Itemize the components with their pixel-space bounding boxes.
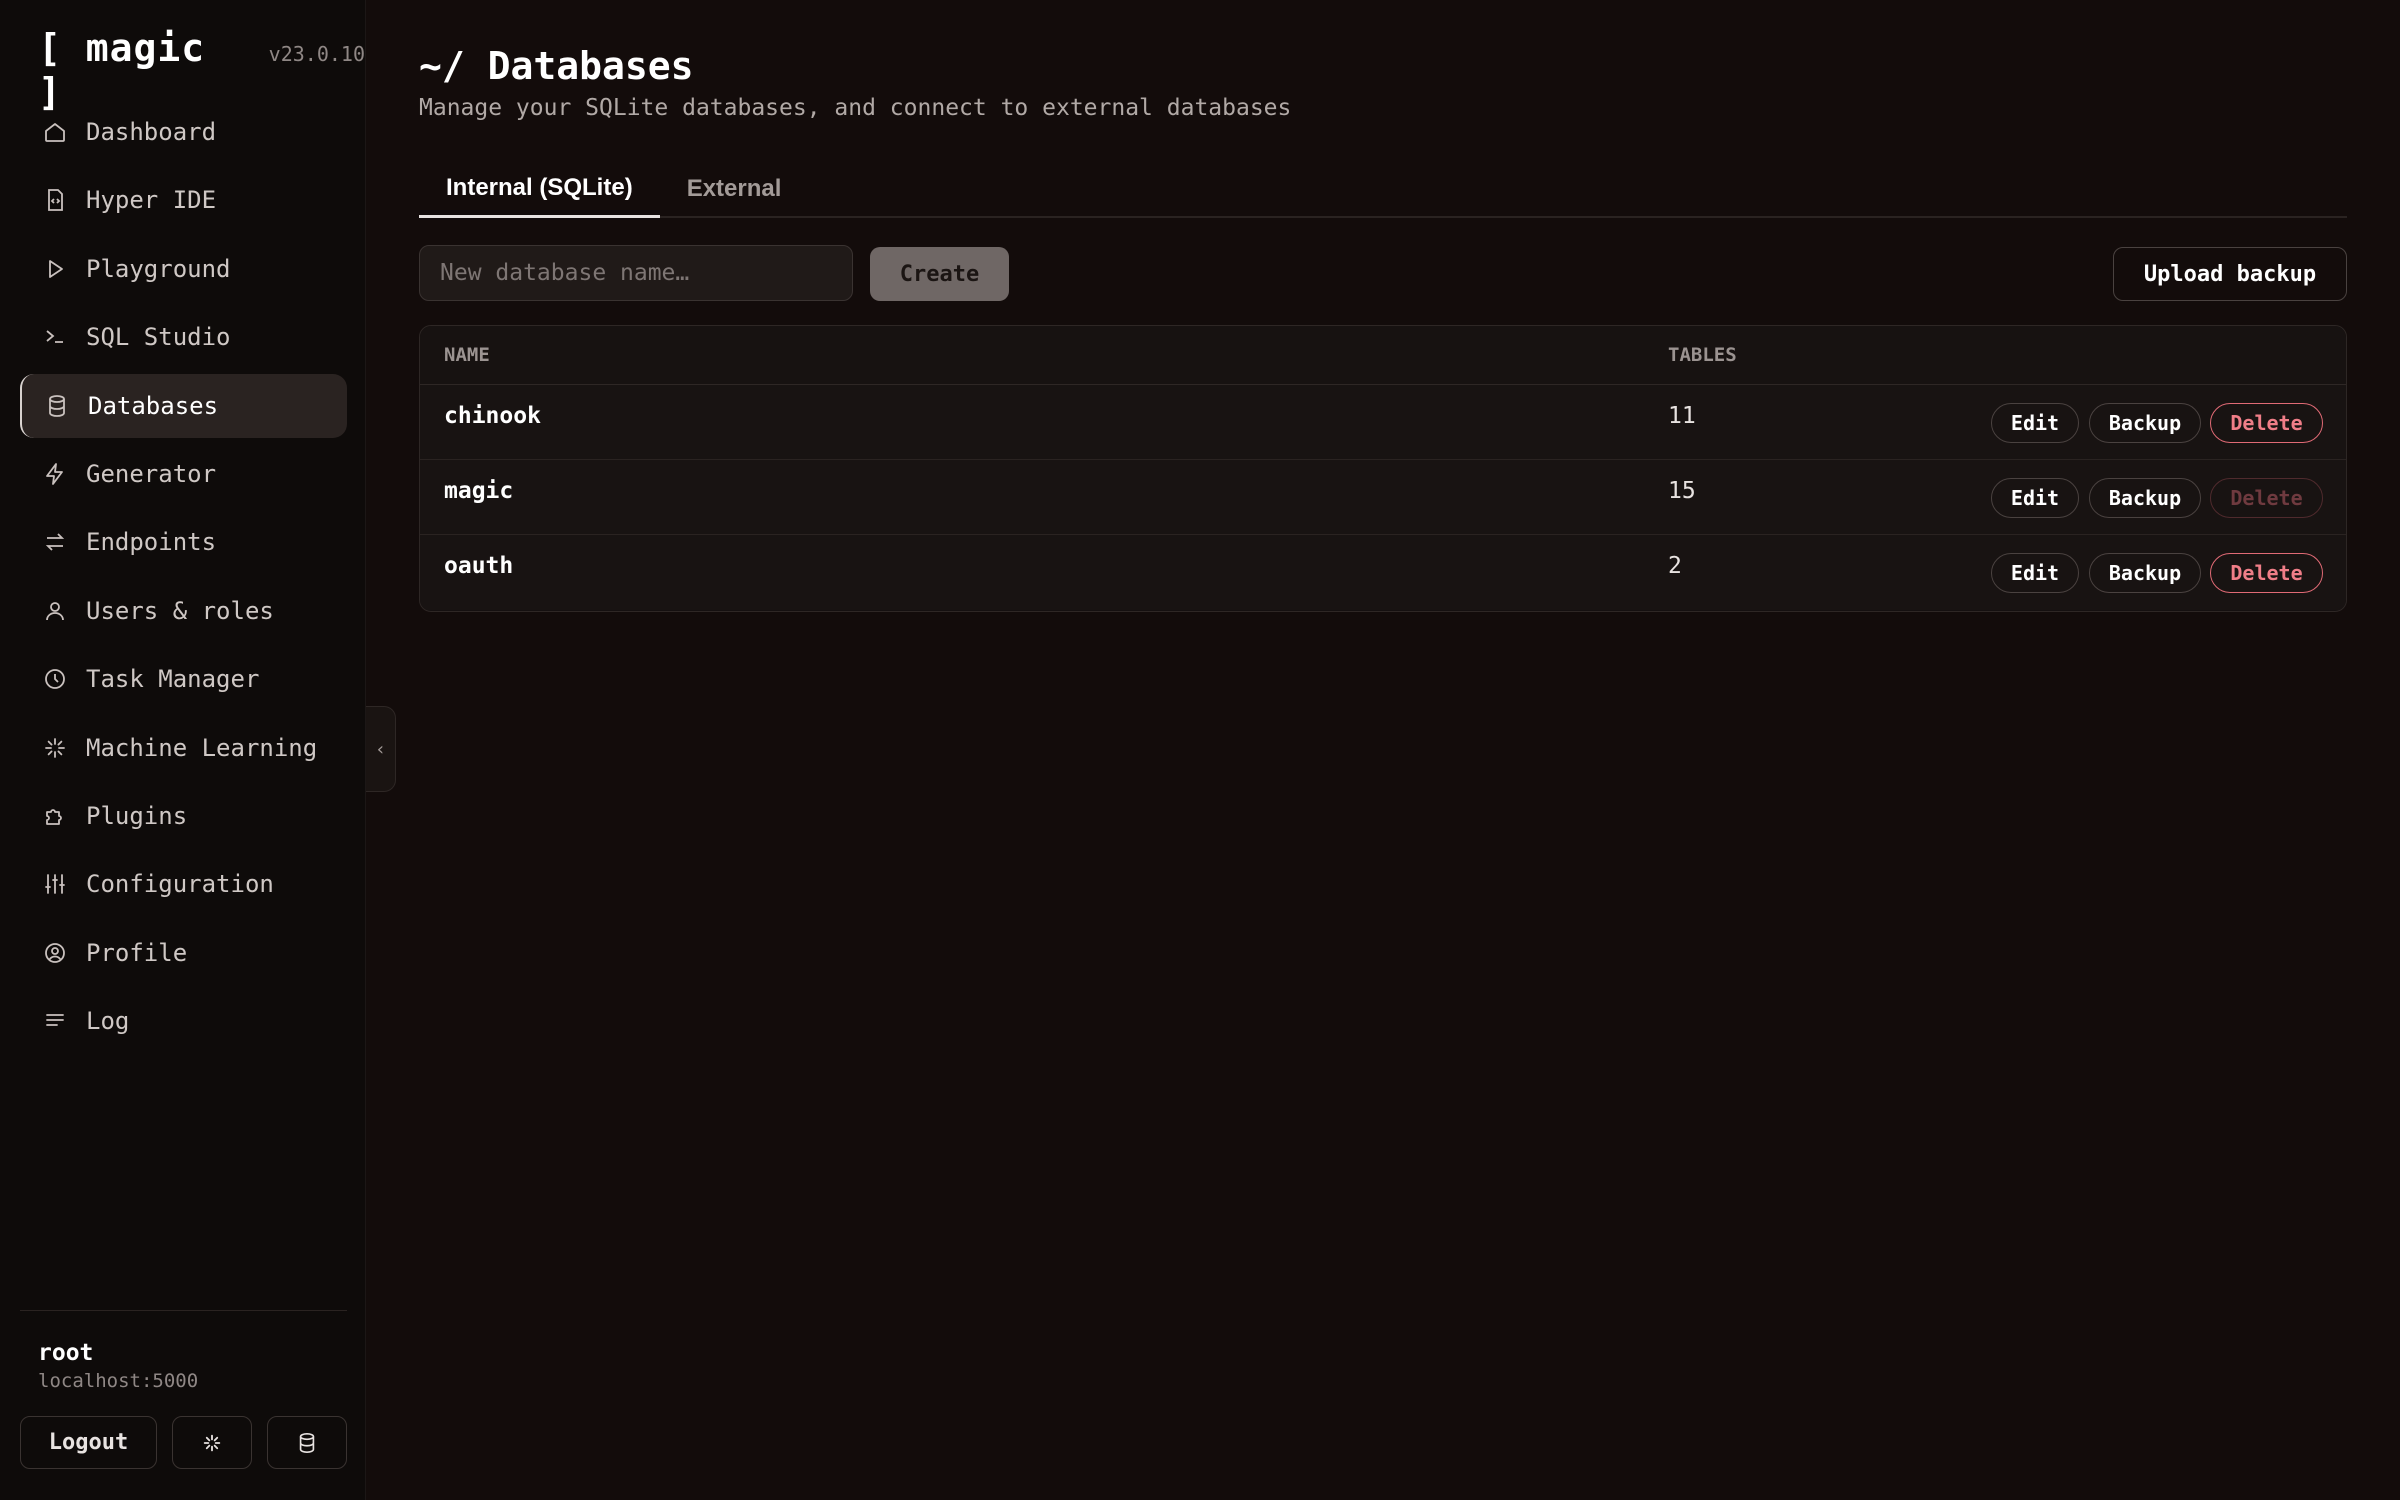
sidebar-item-label: Machine Learning bbox=[86, 733, 318, 762]
tab-internal-sqlite[interactable]: Internal (SQLite) bbox=[419, 160, 660, 218]
sidebar-item-label: Task Manager bbox=[86, 665, 260, 694]
new-database-name-input[interactable] bbox=[419, 245, 853, 301]
table-count: 2 bbox=[1668, 553, 1682, 579]
column-header-name: NAME bbox=[444, 344, 490, 366]
database-icon bbox=[296, 1432, 318, 1454]
sidebar-item-label: Hyper IDE bbox=[86, 186, 217, 215]
chevron-left-icon: ‹ bbox=[375, 738, 386, 760]
delete-button[interactable]: Delete bbox=[2210, 553, 2323, 593]
edit-button[interactable]: Edit bbox=[1991, 403, 2079, 443]
delete-button-disabled: Delete bbox=[2210, 478, 2323, 518]
sparkle-icon bbox=[42, 735, 68, 761]
table-row: magic 15 Edit Backup Delete bbox=[420, 460, 2346, 535]
sidebar-item-hyper-ide[interactable]: Hyper IDE bbox=[20, 168, 347, 232]
sidebar-nav: Dashboard Hyper IDE Playground SQL Studi… bbox=[20, 100, 347, 1057]
sparkle-icon bbox=[201, 1432, 223, 1454]
database-name: magic bbox=[444, 478, 514, 504]
table-header: NAME TABLES bbox=[420, 326, 2346, 385]
app-version: v23.0.10 bbox=[268, 42, 365, 66]
delete-button[interactable]: Delete bbox=[2210, 403, 2323, 443]
page-subtitle: Manage your SQLite databases, and connec… bbox=[419, 95, 1292, 121]
sidebar-item-log[interactable]: Log bbox=[20, 989, 347, 1053]
sidebar-item-task-manager[interactable]: Task Manager bbox=[20, 647, 347, 711]
backup-button[interactable]: Backup bbox=[2089, 478, 2201, 518]
upload-backup-button[interactable]: Upload backup bbox=[2113, 247, 2347, 301]
edit-button[interactable]: Edit bbox=[1991, 553, 2079, 593]
clock-icon bbox=[42, 666, 68, 692]
create-button[interactable]: Create bbox=[870, 247, 1009, 301]
backup-button[interactable]: Backup bbox=[2089, 403, 2201, 443]
column-header-tables: TABLES bbox=[1668, 344, 1737, 366]
sidebar-item-sql-studio[interactable]: SQL Studio bbox=[20, 305, 347, 369]
sidebar-item-databases[interactable]: Databases bbox=[20, 373, 347, 438]
sidebar-item-label: Log bbox=[86, 1007, 130, 1036]
arrows-icon bbox=[42, 529, 68, 555]
sidebar-item-dashboard[interactable]: Dashboard bbox=[20, 100, 347, 164]
sidebar-item-label: Plugins bbox=[86, 801, 188, 830]
sidebar-item-profile[interactable]: Profile bbox=[20, 921, 347, 985]
lightning-icon bbox=[42, 461, 68, 487]
sidebar-collapse-handle[interactable]: ‹ bbox=[366, 706, 396, 792]
backup-button[interactable]: Backup bbox=[2089, 553, 2201, 593]
sidebar-divider bbox=[20, 1310, 347, 1311]
table-count: 11 bbox=[1668, 403, 1696, 429]
database-name: oauth bbox=[444, 553, 514, 579]
sidebar-item-plugins[interactable]: Plugins bbox=[20, 784, 347, 848]
tab-external[interactable]: External bbox=[660, 160, 809, 218]
sidebar-item-label: Profile bbox=[86, 938, 188, 967]
sidebar-item-label: Playground bbox=[86, 254, 231, 283]
table-row: chinook 11 Edit Backup Delete bbox=[420, 385, 2346, 460]
user-name: root bbox=[38, 1340, 94, 1366]
sidebar-item-machine-learning[interactable]: Machine Learning bbox=[20, 716, 347, 780]
sliders-icon bbox=[42, 871, 68, 897]
user-icon bbox=[42, 598, 68, 624]
table-row: oauth 2 Edit Backup Delete bbox=[420, 535, 2346, 610]
terminal-icon bbox=[42, 324, 68, 350]
database-name: chinook bbox=[444, 403, 541, 429]
table-count: 15 bbox=[1668, 478, 1696, 504]
list-icon bbox=[42, 1008, 68, 1034]
sidebar-item-label: Dashboard bbox=[86, 118, 217, 146]
sidebar-item-playground[interactable]: Playground bbox=[20, 237, 347, 301]
sidebar-item-label: Configuration bbox=[86, 870, 274, 899]
database-icon bbox=[44, 393, 70, 419]
user-circle-icon bbox=[42, 940, 68, 966]
theme-toggle-button[interactable] bbox=[172, 1416, 252, 1469]
sidebar-item-label: Users & roles bbox=[86, 596, 274, 625]
edit-button[interactable]: Edit bbox=[1991, 478, 2079, 518]
code-file-icon bbox=[42, 187, 68, 213]
sidebar-item-configuration[interactable]: Configuration bbox=[20, 852, 347, 916]
sidebar-item-label: Generator bbox=[86, 459, 217, 488]
user-host: localhost:5000 bbox=[38, 1370, 199, 1392]
home-icon bbox=[42, 119, 68, 145]
databases-table: NAME TABLES chinook 11 Edit Backup Delet… bbox=[419, 325, 2347, 612]
database-shortcut-button[interactable] bbox=[267, 1416, 347, 1469]
sidebar-item-users-roles[interactable]: Users & roles bbox=[20, 579, 347, 643]
sidebar-item-label: SQL Studio bbox=[86, 323, 231, 352]
page-title: ~/ Databases bbox=[419, 44, 694, 88]
play-icon bbox=[42, 256, 68, 282]
sidebar-item-label: Endpoints bbox=[86, 528, 217, 557]
sidebar-item-generator[interactable]: Generator bbox=[20, 442, 347, 506]
sidebar: [ magic ] v23.0.10 Dashboard Hyper IDE P… bbox=[0, 0, 366, 1500]
sidebar-item-label: Databases bbox=[88, 391, 219, 420]
logout-button[interactable]: Logout bbox=[20, 1416, 157, 1469]
tab-bar: Internal (SQLite) External bbox=[419, 160, 2347, 218]
sidebar-item-endpoints[interactable]: Endpoints bbox=[20, 510, 347, 574]
puzzle-icon bbox=[42, 803, 68, 829]
